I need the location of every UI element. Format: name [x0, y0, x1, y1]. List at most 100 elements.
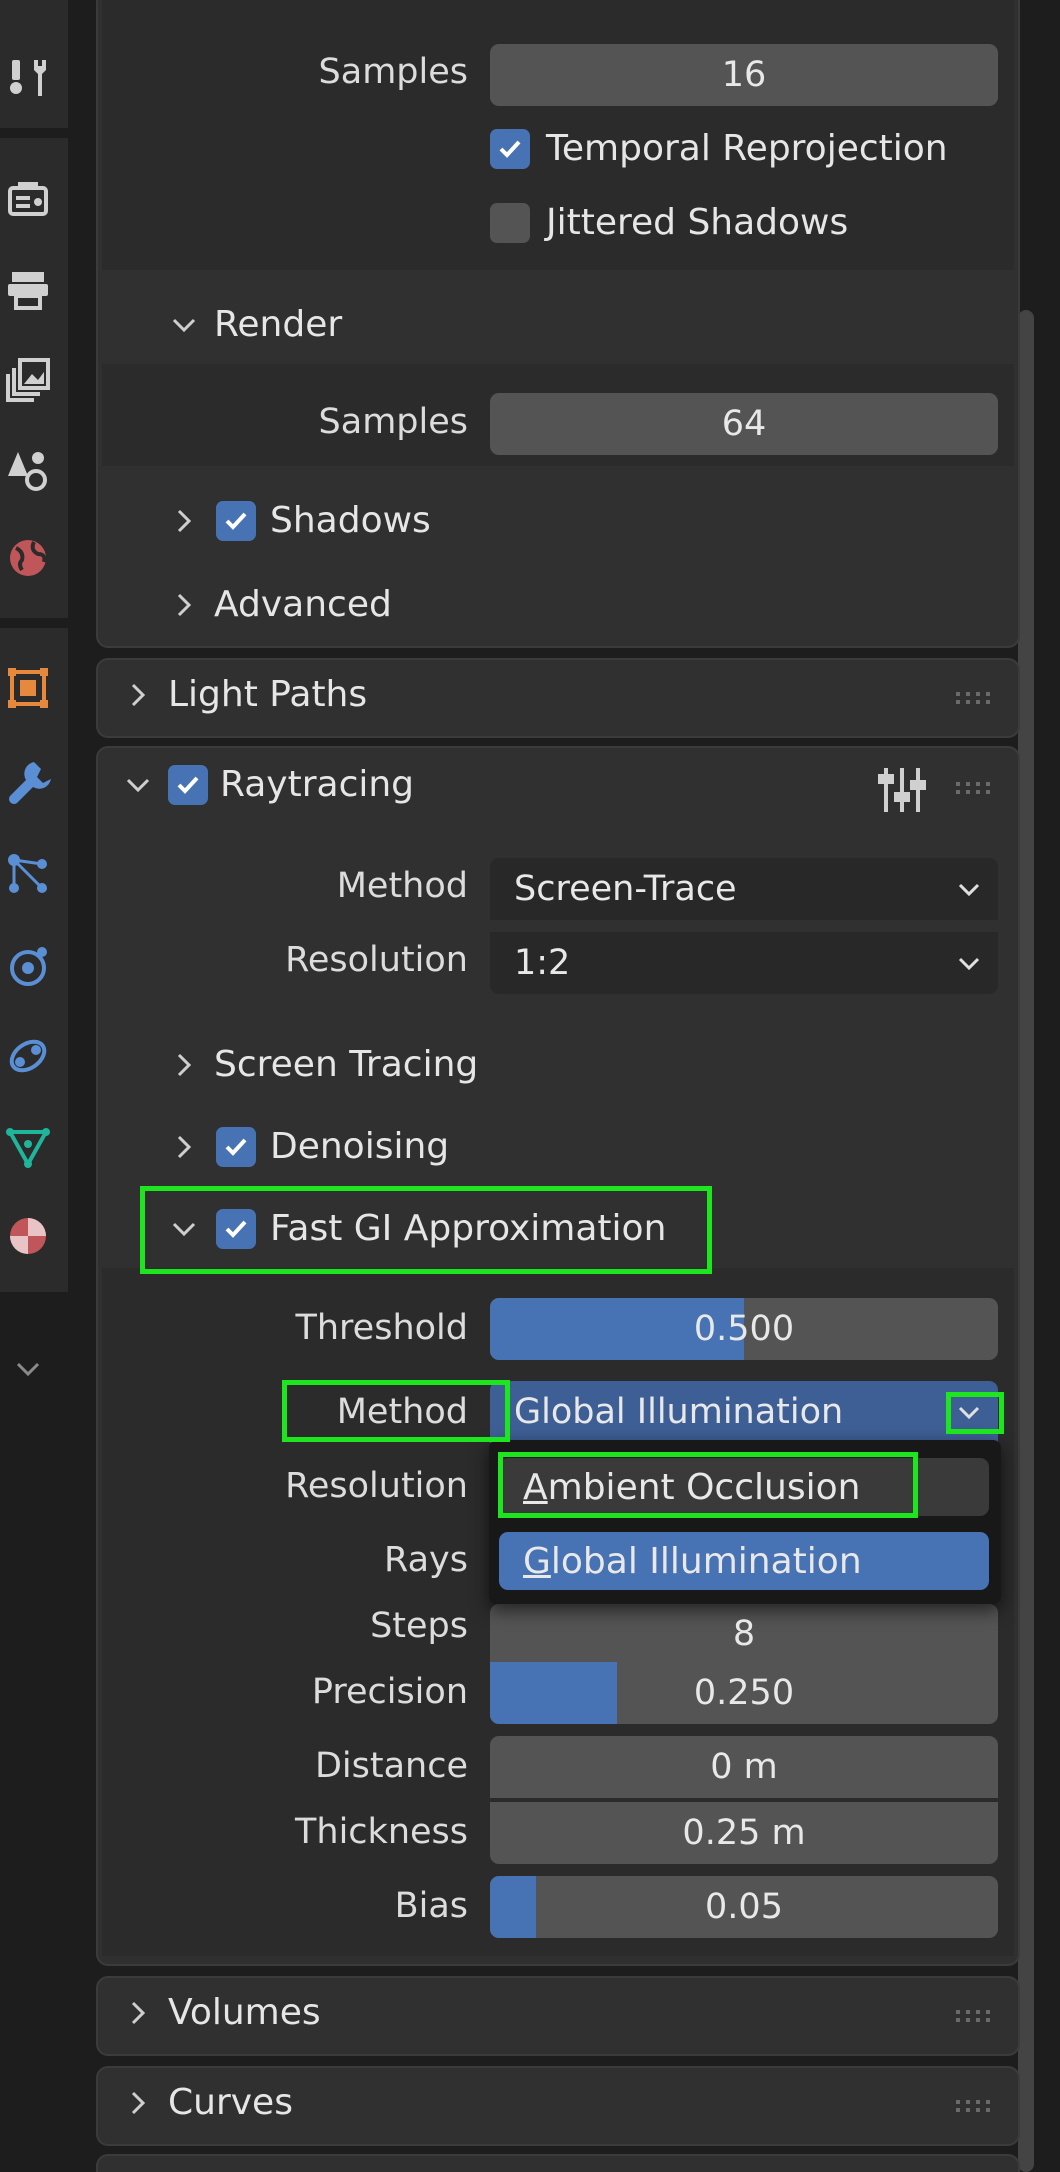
chevron-down-icon	[166, 1211, 202, 1247]
drag-handle-icon[interactable]	[954, 778, 994, 798]
properties-area: Samples 16 Temporal Reprojection Jittere…	[68, 0, 1020, 2172]
volumes-title: Volumes	[168, 1992, 321, 2033]
threshold-label: Threshold	[295, 1308, 469, 1348]
data-icon[interactable]	[0, 1116, 56, 1176]
world-icon[interactable]	[0, 528, 56, 588]
tab-group-object	[0, 628, 68, 1292]
jittered-shadows-checkbox[interactable]: Jittered Shadows	[490, 202, 848, 243]
volumes-header[interactable]: Volumes	[120, 1992, 321, 2033]
shadows-checkbox[interactable]	[216, 500, 256, 541]
presets-sliders-icon[interactable]	[876, 764, 928, 816]
tool-icon[interactable]	[0, 48, 56, 108]
properties-editor: Samples 16 Temporal Reprojection Jittere…	[0, 0, 1060, 2172]
particles-icon[interactable]	[0, 844, 56, 904]
render-samples-field[interactable]: 64	[490, 393, 998, 455]
physics-icon[interactable]	[0, 936, 56, 996]
viewport-samples-field[interactable]: 16	[490, 44, 998, 106]
denoising-header[interactable]: Denoising	[166, 1126, 449, 1167]
light-paths-title: Light Paths	[168, 674, 368, 715]
precision-label: Precision	[311, 1672, 468, 1712]
drag-handle-icon[interactable]	[954, 2096, 994, 2116]
raytracing-method-label: Method	[336, 866, 468, 906]
advanced-subpanel-header[interactable]: Advanced	[166, 584, 392, 625]
chevron-right-icon	[120, 677, 156, 713]
output-icon[interactable]	[0, 260, 56, 320]
tab-group-scene	[0, 138, 68, 618]
gi-method-select[interactable]: Global Illumination	[490, 1381, 998, 1443]
option-mnemonic: A	[523, 1466, 548, 1508]
bias-slider[interactable]: 0.05	[490, 1876, 998, 1938]
chevron-right-icon	[166, 1129, 202, 1165]
thickness-value: 0.25 m	[682, 1813, 806, 1853]
chevron-down-icon[interactable]	[952, 1395, 986, 1429]
fast-gi-title: Fast GI Approximation	[270, 1208, 667, 1249]
distance-value: 0 m	[710, 1747, 778, 1787]
gi-method-label: Method	[336, 1392, 468, 1432]
jittered-shadows-label: Jittered Shadows	[546, 202, 849, 243]
render-samples-value: 64	[721, 404, 767, 444]
temporal-reprojection-checkbox[interactable]: Temporal Reprojection	[490, 128, 948, 169]
temporal-reprojection-label: Temporal Reprojection	[546, 128, 948, 169]
render-icon[interactable]	[0, 170, 56, 230]
fast-gi-header[interactable]: Fast GI Approximation	[166, 1208, 666, 1249]
option-ambient-occlusion[interactable]: Ambient Occlusion	[499, 1458, 989, 1516]
drag-handle-icon[interactable]	[954, 688, 994, 708]
chevron-down-icon	[120, 767, 156, 803]
screen-tracing-title: Screen Tracing	[214, 1044, 479, 1085]
gi-resolution-label: Resolution	[285, 1466, 468, 1506]
raytracing-title: Raytracing	[220, 764, 415, 805]
scrollbar[interactable]	[1018, 310, 1034, 2172]
option-label: lobal Illumination	[550, 1540, 862, 1582]
gi-method-dropdown: Ambient Occlusion Global Illumination	[489, 1440, 1001, 1604]
render-subpanel-title: Render	[214, 304, 343, 345]
threshold-value: 0.500	[693, 1309, 795, 1349]
raytracing-resolution-value: 1:2	[514, 943, 571, 983]
checkbox-checked-icon	[490, 128, 530, 169]
bias-value: 0.05	[705, 1887, 783, 1927]
chevron-right-icon	[120, 1995, 156, 2031]
render-subpanel-header[interactable]: Render	[166, 304, 342, 345]
curves-title: Curves	[168, 2082, 293, 2123]
viewport-samples-value: 16	[721, 55, 767, 95]
denoising-checkbox[interactable]	[216, 1126, 256, 1167]
threshold-slider[interactable]: 0.500	[490, 1298, 998, 1360]
distance-field[interactable]: 0 m	[490, 1736, 998, 1798]
drag-handle-icon[interactable]	[954, 2006, 994, 2026]
shadows-subpanel-header[interactable]: Shadows	[166, 500, 431, 541]
raytracing-resolution-select[interactable]: 1:2	[490, 932, 998, 994]
option-mnemonic: G	[523, 1540, 551, 1582]
raytracing-header[interactable]: Raytracing	[120, 764, 414, 805]
chevron-right-icon	[166, 587, 202, 623]
light-paths-header[interactable]: Light Paths	[120, 674, 367, 715]
option-global-illumination[interactable]: Global Illumination	[499, 1532, 989, 1590]
chevron-right-icon	[166, 1047, 202, 1083]
material-icon[interactable]	[0, 1206, 56, 1266]
option-label: mbient Occlusion	[547, 1466, 861, 1508]
raytracing-method-select[interactable]: Screen-Trace	[490, 858, 998, 920]
object-icon[interactable]	[0, 658, 56, 718]
bias-fill	[490, 1876, 536, 1938]
chevron-down-icon	[952, 872, 986, 906]
denoising-title: Denoising	[270, 1126, 450, 1167]
render-samples-label: Samples	[318, 402, 468, 442]
precision-slider[interactable]: 0.250	[490, 1662, 998, 1724]
curves-header[interactable]: Curves	[120, 2082, 293, 2123]
properties-tab-strip	[0, 0, 68, 2172]
next-panel[interactable]	[96, 2154, 1020, 2172]
view-layer-icon[interactable]	[0, 350, 56, 410]
raytracing-resolution-label: Resolution	[285, 940, 468, 980]
modifier-icon[interactable]	[0, 752, 56, 812]
steps-label: Steps	[370, 1606, 468, 1646]
tab-group-tool	[0, 0, 68, 128]
fast-gi-checkbox[interactable]	[216, 1208, 256, 1249]
expand-icon[interactable]	[0, 1338, 56, 1398]
steps-field[interactable]: 8	[490, 1604, 998, 1664]
thickness-field[interactable]: 0.25 m	[490, 1802, 998, 1864]
raytracing-checkbox[interactable]	[168, 764, 208, 805]
scene-icon[interactable]	[0, 440, 56, 500]
viewport-samples-label: Samples	[318, 52, 468, 92]
screen-tracing-header[interactable]: Screen Tracing	[166, 1044, 478, 1085]
thickness-label: Thickness	[295, 1812, 468, 1852]
constraints-icon[interactable]	[0, 1026, 56, 1086]
gi-method-value: Global Illumination	[514, 1392, 844, 1432]
